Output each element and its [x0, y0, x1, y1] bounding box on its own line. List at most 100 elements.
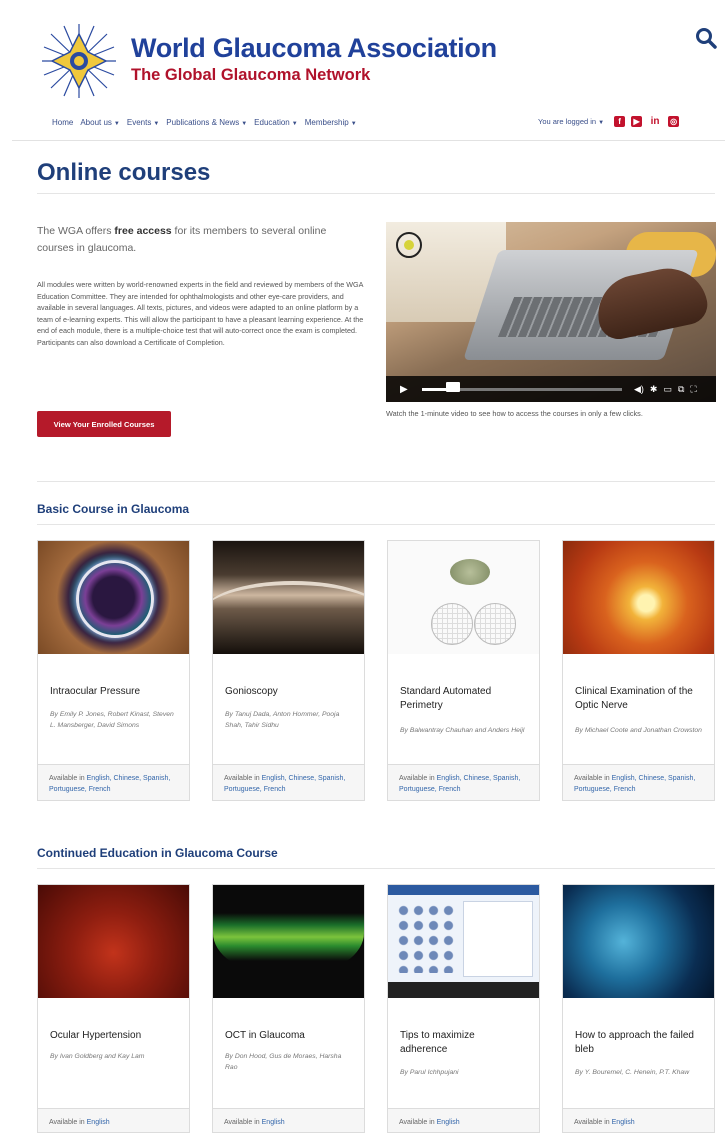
course-languages: Available in English [563, 1108, 714, 1132]
nav-label: Home [52, 118, 74, 127]
nav-item-education[interactable]: Education ▼ [254, 118, 298, 127]
course-thumbnail [38, 541, 189, 654]
available-label: Available in [399, 775, 435, 782]
section-divider [37, 868, 715, 869]
video-progress-bar[interactable] [422, 381, 622, 392]
search-icon[interactable] [694, 26, 718, 50]
course-authors: By Don Hood, Gus de Moraes, Harsha Rao [225, 1053, 342, 1071]
section-title-continued-education: Continued Education in Glaucoma Course [37, 846, 278, 860]
instagram-icon[interactable]: ◎ [668, 116, 680, 127]
nav-label: Education [254, 118, 290, 127]
course-card-intraocular-pressure[interactable]: Intraocular Pressure By Emily P. Jones, … [37, 540, 190, 801]
site-header: World Glaucoma Association The Global Gl… [0, 0, 725, 140]
logged-in-label: You are logged in [538, 117, 597, 126]
view-enrolled-courses-button[interactable]: View Your Enrolled Courses [37, 411, 171, 437]
course-thumbnail [563, 885, 714, 998]
available-label: Available in [224, 775, 260, 782]
nav-label: Publications & News [166, 118, 240, 127]
course-title[interactable]: Gonioscopy [225, 685, 278, 699]
course-card-ocular-hypertension[interactable]: Ocular Hypertension By Ivan Goldberg and… [37, 884, 190, 1133]
intro-body: All modules were written by world-renown… [37, 280, 364, 347]
brand-subtitle: The Global Glaucoma Network [131, 66, 371, 84]
volume-icon[interactable]: ◀) [634, 384, 644, 395]
language-list: English [261, 1119, 285, 1126]
nav-item-publications[interactable]: Publications & News ▼ [166, 118, 247, 127]
course-title[interactable]: OCT in Glaucoma [225, 1029, 305, 1043]
course-card-failed-bleb[interactable]: How to approach the failed bleb By Y. Bo… [562, 884, 715, 1133]
course-title[interactable]: How to approach the failed bleb [575, 1029, 705, 1057]
course-languages: Available in English, Chinese, Spanish, … [563, 764, 714, 800]
brand-title[interactable]: World Glaucoma Association [131, 33, 497, 64]
logged-in-menu[interactable]: You are logged in ▼ [538, 117, 604, 126]
course-authors: By Y. Bouremel, C. Henein, P.T. Khaw [575, 1069, 690, 1076]
video-controls: ▶ ◀) ✱ ▭ ⧉ ⛶ [386, 376, 716, 402]
course-title[interactable]: Standard Automated Perimetry [400, 685, 530, 713]
course-authors: By Ivan Goldberg and Kay Lam [50, 1053, 145, 1060]
course-card-perimetry[interactable]: Standard Automated Perimetry By Balwantr… [387, 540, 540, 801]
section-divider [37, 481, 715, 482]
play-icon[interactable]: ▶ [400, 384, 410, 395]
cast-icon[interactable]: ⧉ [678, 384, 684, 395]
settings-gear-icon[interactable]: ✱ [650, 384, 658, 395]
header-divider [12, 140, 725, 141]
nav-item-about[interactable]: About us ▼ [80, 118, 120, 127]
caret-down-icon: ▼ [241, 121, 248, 127]
nav-item-membership[interactable]: Membership ▼ [305, 118, 357, 127]
thumbnail-shape [388, 982, 539, 998]
course-languages: Available in English, Chinese, Spanish, … [213, 764, 364, 800]
available-label: Available in [399, 1119, 435, 1126]
facebook-icon[interactable]: f [614, 116, 626, 127]
thumbnail-shape [213, 913, 364, 973]
course-thumbnail [213, 885, 364, 998]
course-languages: Available in English [388, 1108, 539, 1132]
main-nav: Home About us ▼ Events ▼ Publications & Ne… [52, 118, 357, 127]
course-card-adherence[interactable]: Tips to maximize adherence By Parul Ichh… [387, 884, 540, 1133]
course-authors: By Balwantray Chauhan and Anders Heijl [400, 727, 525, 734]
course-authors: By Michael Coote and Jonathan Crowston [575, 727, 702, 734]
course-card-gonioscopy[interactable]: Gonioscopy By Tanuj Dada, Anton Hommer, … [212, 540, 365, 801]
nav-item-events[interactable]: Events ▼ [127, 118, 159, 127]
course-title[interactable]: Tips to maximize adherence [400, 1029, 520, 1057]
intro-lead: The WGA offers free access for its membe… [37, 223, 362, 257]
course-thumbnail [38, 885, 189, 998]
linkedin-icon[interactable]: in [648, 116, 662, 127]
course-thumbnail [388, 541, 539, 654]
available-label: Available in [574, 1119, 610, 1126]
video-logo-badge-icon [396, 232, 422, 258]
course-title[interactable]: Clinical Examination of the Optic Nerve [575, 685, 707, 713]
course-card-optic-nerve[interactable]: Clinical Examination of the Optic Nerve … [562, 540, 715, 801]
fullscreen-icon[interactable]: ⛶ [690, 384, 696, 395]
nav-item-home[interactable]: Home [52, 118, 73, 127]
caret-down-icon: ▼ [153, 121, 160, 127]
course-title[interactable]: Ocular Hypertension [50, 1029, 141, 1043]
intro-video-player[interactable]: ▶ ◀) ✱ ▭ ⧉ ⛶ [386, 222, 716, 402]
course-authors: By Emily P. Jones, Robert Kinast, Steven… [50, 711, 174, 729]
available-label: Available in [49, 1119, 85, 1126]
video-progress-handle[interactable] [446, 381, 460, 392]
video-caption: Watch the 1-minute video to see how to a… [386, 409, 643, 418]
available-label: Available in [49, 775, 85, 782]
course-languages: Available in English [213, 1108, 364, 1132]
subtitles-icon[interactable]: ▭ [663, 384, 672, 395]
intro-text: The WGA offers [37, 225, 115, 237]
course-card-oct-glaucoma[interactable]: OCT in Glaucoma By Don Hood, Gus de Mora… [212, 884, 365, 1133]
section-divider [37, 524, 715, 525]
nav-label: About us [80, 118, 112, 127]
nav-label: Events [126, 118, 152, 127]
course-title[interactable]: Intraocular Pressure [50, 685, 140, 699]
course-authors: By Tanuj Dada, Anton Hommer, Pooja Shah,… [225, 711, 340, 729]
language-list: English [86, 1119, 110, 1126]
nav-label: Membership [304, 118, 349, 127]
language-list: English [611, 1119, 635, 1126]
youtube-icon[interactable]: ▶ [631, 116, 643, 127]
course-languages: Available in English [38, 1108, 189, 1132]
available-label: Available in [224, 1119, 260, 1126]
course-languages: Available in English, Chinese, Spanish, … [38, 764, 189, 800]
language-list: English [436, 1119, 460, 1126]
course-thumbnail [388, 885, 539, 998]
title-divider [37, 193, 715, 194]
page-title: Online courses [37, 159, 211, 186]
wga-logo-icon[interactable] [36, 22, 122, 100]
account-social-bar: You are logged in ▼ f ▶ in ◎ [538, 116, 680, 127]
intro-emphasis: free access [114, 225, 172, 237]
